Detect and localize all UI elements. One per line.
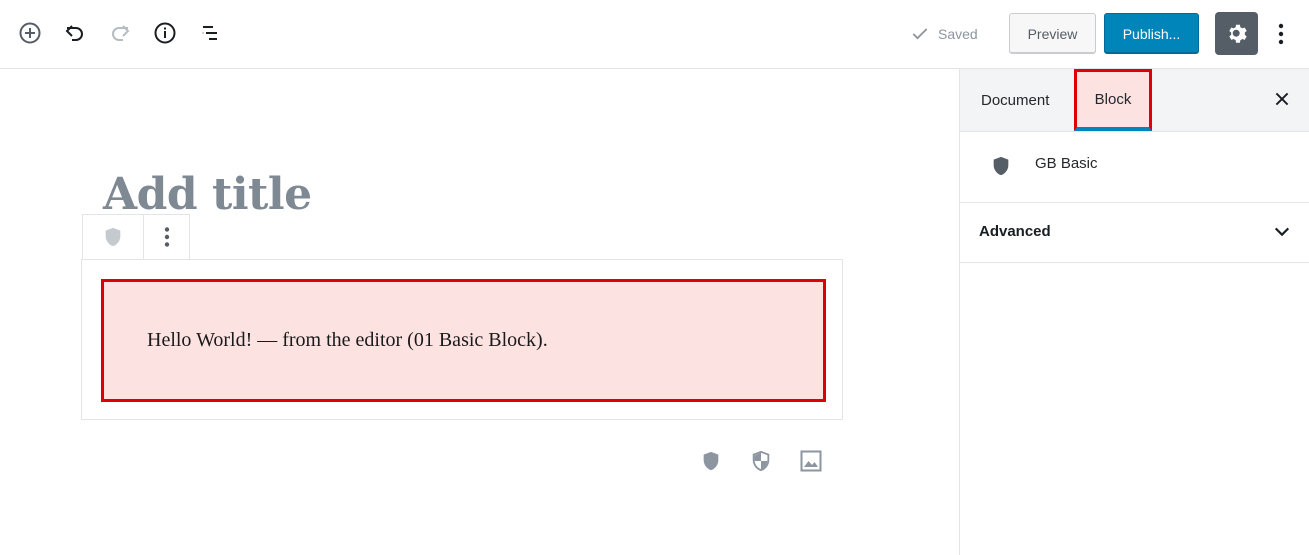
settings-button[interactable] bbox=[1215, 12, 1258, 55]
image-icon bbox=[800, 450, 822, 472]
block-content: Hello World! — from the editor (01 Basic… bbox=[147, 329, 548, 351]
block-toolbar bbox=[82, 214, 190, 260]
quick-insert-image-button[interactable] bbox=[797, 447, 825, 475]
more-menu-button[interactable] bbox=[1268, 18, 1294, 50]
shield-half-icon bbox=[752, 450, 770, 472]
block-card: GB Basic bbox=[960, 132, 1309, 203]
block-more-options-button[interactable] bbox=[144, 215, 189, 259]
preview-button[interactable]: Preview bbox=[1009, 13, 1096, 54]
publish-button[interactable]: Publish... bbox=[1104, 13, 1199, 54]
close-sidebar-button[interactable] bbox=[1272, 89, 1292, 109]
check-icon bbox=[912, 28, 928, 40]
vertical-ellipsis-icon bbox=[164, 227, 169, 247]
outline-icon[interactable] bbox=[195, 18, 225, 48]
block-type-button[interactable] bbox=[83, 215, 144, 259]
tab-block[interactable]: Block bbox=[1074, 69, 1152, 131]
advanced-panel-toggle[interactable]: Advanced bbox=[960, 203, 1309, 263]
tab-document[interactable]: Document bbox=[981, 69, 1049, 131]
shield-icon bbox=[105, 227, 121, 247]
shield-icon bbox=[703, 451, 719, 471]
undo-icon[interactable] bbox=[60, 18, 90, 48]
sidebar-tabs: Document Block bbox=[960, 69, 1309, 132]
info-icon[interactable] bbox=[150, 18, 180, 48]
gear-icon bbox=[1228, 24, 1247, 43]
selected-block-wrapper[interactable]: Hello World! — from the editor (01 Basic… bbox=[81, 259, 843, 420]
block-card-icon bbox=[988, 153, 1014, 179]
redo-icon[interactable] bbox=[105, 18, 135, 48]
saved-label: Saved bbox=[938, 26, 978, 42]
editor-canvas: Add title Hello World! — from the editor… bbox=[0, 69, 959, 555]
chevron-down-icon bbox=[1272, 222, 1292, 242]
advanced-panel-title: Advanced bbox=[979, 223, 1051, 240]
gb-basic-block[interactable]: Hello World! — from the editor (01 Basic… bbox=[101, 279, 826, 402]
quick-insert-shield-half-button[interactable] bbox=[747, 447, 775, 475]
close-icon bbox=[1275, 92, 1289, 106]
add-block-icon[interactable] bbox=[15, 18, 45, 48]
post-title-input[interactable]: Add title bbox=[103, 169, 312, 220]
quick-insert-shield-button[interactable] bbox=[697, 447, 725, 475]
editor-header: Saved Preview Publish... bbox=[0, 0, 1309, 69]
settings-sidebar: Document Block GB Basic Advanced bbox=[959, 69, 1309, 555]
block-card-title: GB Basic bbox=[1035, 155, 1098, 172]
saved-status: Saved bbox=[910, 24, 978, 44]
shield-icon bbox=[993, 156, 1009, 176]
vertical-ellipsis-icon bbox=[1278, 23, 1284, 45]
